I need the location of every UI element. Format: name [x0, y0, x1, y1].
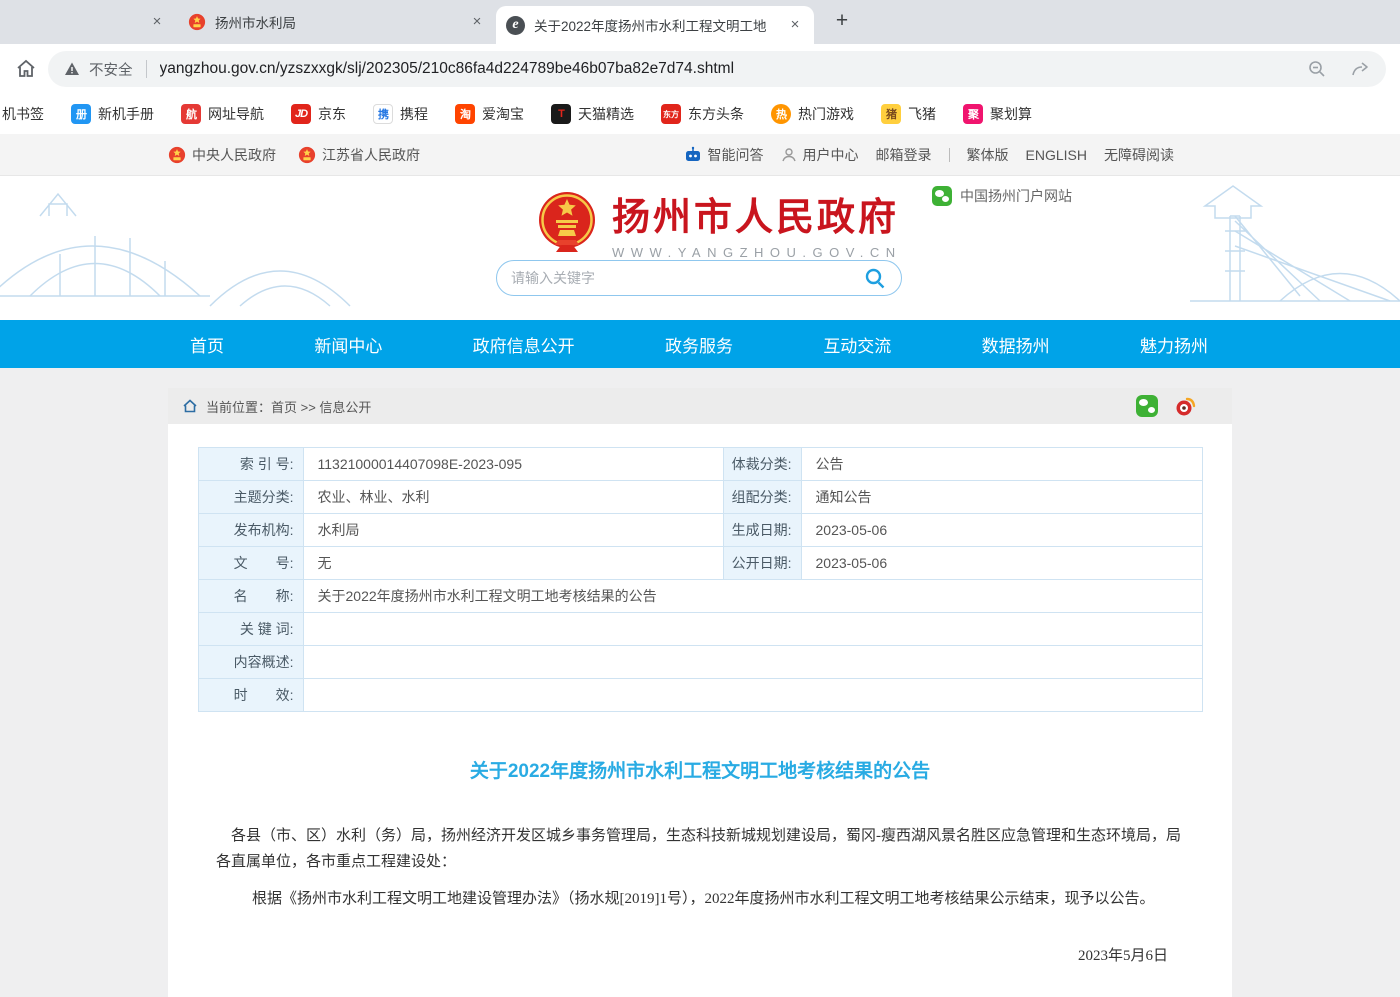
- home-icon[interactable]: [14, 57, 38, 81]
- nav-charm-yangzhou[interactable]: 魅力扬州: [1140, 332, 1208, 357]
- site-header: 扬州市人民政府 WWW.YANGZHOU.GOV.CN 中国扬州门户网站: [0, 176, 1400, 320]
- article-date: 2023年5月6日: [216, 944, 1184, 965]
- national-emblem-icon: [536, 190, 598, 256]
- robot-icon: [684, 146, 702, 164]
- manual-favicon: 册: [71, 104, 91, 124]
- bookmark-aitaobao[interactable]: 淘 爱淘宝: [455, 104, 524, 124]
- close-icon[interactable]: ×: [468, 13, 486, 31]
- weibo-share-icon[interactable]: [1174, 395, 1196, 417]
- tab-title: 扬州市水利局: [215, 12, 459, 32]
- nav-site-favicon: 航: [181, 104, 201, 124]
- nav-interaction[interactable]: 互动交流: [823, 332, 891, 357]
- site-search: [496, 260, 902, 296]
- tab-announcement-active[interactable]: e 关于2022年度扬州市水利工程文明工地 ×: [496, 6, 814, 44]
- nav-info-disclosure[interactable]: 政府信息公开: [473, 332, 575, 357]
- table-row: 内容概述:: [198, 646, 1202, 679]
- url-text[interactable]: yangzhou.gov.cn/yzszxxgk/slj/202305/210c…: [160, 60, 1285, 78]
- taobao-favicon: 淘: [455, 104, 475, 124]
- table-row: 主题分类: 农业、林业、水利 组配分类: 通知公告: [198, 481, 1202, 514]
- wechat-icon: [932, 186, 952, 206]
- gov-utility-bar: 中央人民政府 江苏省人民政府 智能问答: [0, 134, 1400, 176]
- browser-tab-strip: × 扬州市水利局 × e 关于2022年度扬州市水利工程文明工地 × +: [0, 0, 1400, 44]
- breadcrumb: 当前位置：首页 >> 信息公开: [168, 388, 1232, 424]
- nav-data-yangzhou[interactable]: 数据扬州: [982, 332, 1050, 357]
- bookmark-jd[interactable]: JD 京东: [291, 104, 346, 124]
- bookmark-phone[interactable]: 机书签: [2, 104, 44, 124]
- nav-news-center[interactable]: 新闻中心: [314, 332, 382, 357]
- user-center-link[interactable]: 用户中心: [781, 145, 859, 165]
- smart-qa-link[interactable]: 智能问答: [684, 145, 764, 165]
- jiangsu-gov-link[interactable]: 江苏省人民政府: [298, 145, 420, 165]
- wechat-share-icon[interactable]: [1136, 395, 1158, 417]
- bookmark-manual[interactable]: 册 新机手册: [71, 104, 154, 124]
- browser-logo-icon: e: [506, 16, 525, 35]
- table-row: 索 引 号: 11321000014407098E-2023-095 体裁分类:…: [198, 448, 1202, 481]
- tab-title: 关于2022年度扬州市水利工程文明工地: [534, 15, 777, 35]
- table-row: 发布机构: 水利局 生成日期: 2023-05-06: [198, 514, 1202, 547]
- table-row: 名 称: 关于2022年度扬州市水利工程文明工地考核结果的公告: [198, 580, 1202, 613]
- ctrip-favicon: 携: [373, 104, 393, 124]
- bookmark-nav-site[interactable]: 航 网址导航: [181, 104, 264, 124]
- zoom-out-icon[interactable]: [1307, 59, 1327, 79]
- close-icon[interactable]: ×: [786, 16, 804, 34]
- new-tab-button[interactable]: +: [828, 8, 856, 36]
- divider: [949, 148, 950, 162]
- games-favicon: 热: [771, 104, 791, 124]
- article-paragraph: 根据《扬州市水利工程文明工地建设管理办法》（扬水规[2019]1号），2022年…: [216, 886, 1184, 912]
- article-paragraph: 各县（市、区）水利（务）局，扬州经济开发区城乡事务管理局，生态科技新城规划建设局…: [216, 823, 1184, 875]
- fliggy-favicon: 猪: [881, 104, 901, 124]
- central-gov-link[interactable]: 中央人民政府: [168, 145, 276, 165]
- close-icon[interactable]: ×: [148, 13, 166, 31]
- traditional-chinese-link[interactable]: 繁体版: [967, 145, 1009, 165]
- article-title: 关于2022年度扬州市水利工程文明工地考核结果的公告: [216, 756, 1184, 783]
- tab-water-bureau[interactable]: 扬州市水利局 ×: [178, 0, 496, 44]
- bookmark-dongfang[interactable]: 东方 东方头条: [661, 104, 744, 124]
- security-label[interactable]: 不安全: [89, 59, 133, 80]
- site-url-caption: WWW.YANGZHOU.GOV.CN: [612, 245, 902, 260]
- accessibility-link[interactable]: 无障碍阅读: [1104, 145, 1174, 165]
- article-card: 当前位置：首页 >> 信息公开 索 引 号: 11321000014407098…: [168, 388, 1232, 997]
- dongfang-favicon: 东方: [661, 104, 681, 124]
- juhuasuan-favicon: 聚: [963, 104, 983, 124]
- page-content: 当前位置：首页 >> 信息公开 索 引 号: 11321000014407098…: [0, 368, 1400, 997]
- table-row: 文 号: 无 公开日期: 2023-05-06: [198, 547, 1202, 580]
- search-input[interactable]: [511, 270, 863, 286]
- site-logo[interactable]: 扬州市人民政府 WWW.YANGZHOU.GOV.CN: [536, 186, 902, 260]
- address-divider: [146, 60, 147, 78]
- bookmark-games[interactable]: 热 热门游戏: [771, 104, 854, 124]
- user-icon: [781, 147, 797, 163]
- portal-label: 中国扬州门户网站: [932, 186, 1072, 206]
- breadcrumb-text[interactable]: 当前位置：首页 >> 信息公开: [206, 397, 371, 416]
- url-field[interactable]: 不安全 yangzhou.gov.cn/yzszxxgk/slj/202305/…: [48, 51, 1386, 87]
- tmall-favicon: T: [551, 104, 571, 124]
- gov-emblem-icon: [298, 146, 316, 164]
- share-icon[interactable]: [1350, 59, 1370, 79]
- article-body: 关于2022年度扬州市水利工程文明工地考核结果的公告 各县（市、区）水利（务）局…: [168, 756, 1232, 997]
- bookmark-juhuasuan[interactable]: 聚 聚划算: [963, 104, 1032, 124]
- breadcrumb-home-icon[interactable]: [182, 398, 198, 414]
- table-row: 时 效:: [198, 679, 1202, 712]
- nav-home[interactable]: 首页: [190, 332, 224, 357]
- bookmark-fliggy[interactable]: 猪 飞猪: [881, 104, 936, 124]
- bookmark-tmall[interactable]: T 天猫精选: [551, 104, 634, 124]
- search-icon[interactable]: [863, 266, 887, 290]
- site-title: 扬州市人民政府: [612, 186, 902, 241]
- gov-emblem-icon: [168, 146, 186, 164]
- mail-login-link[interactable]: 邮箱登录: [876, 145, 932, 165]
- browser-address-bar: 不安全 yangzhou.gov.cn/yzszxxgk/slj/202305/…: [0, 44, 1400, 94]
- main-navigation: 首页 新闻中心 政府信息公开 政务服务 互动交流 数据扬州 魅力扬州: [0, 320, 1400, 368]
- table-row: 关 键 词:: [198, 613, 1202, 646]
- english-link[interactable]: ENGLISH: [1026, 147, 1087, 163]
- gov-emblem-favicon: [188, 13, 206, 31]
- jd-favicon: JD: [291, 104, 311, 124]
- bookmark-ctrip[interactable]: 携 携程: [373, 104, 428, 124]
- nav-gov-services[interactable]: 政务服务: [665, 332, 733, 357]
- bookmarks-bar: 机书签 册 新机手册 航 网址导航 JD 京东 携 携程 淘 爱淘宝 T 天猫精…: [0, 94, 1400, 134]
- not-secure-warning-icon: [64, 61, 80, 77]
- document-meta-table: 索 引 号: 11321000014407098E-2023-095 体裁分类:…: [198, 447, 1203, 712]
